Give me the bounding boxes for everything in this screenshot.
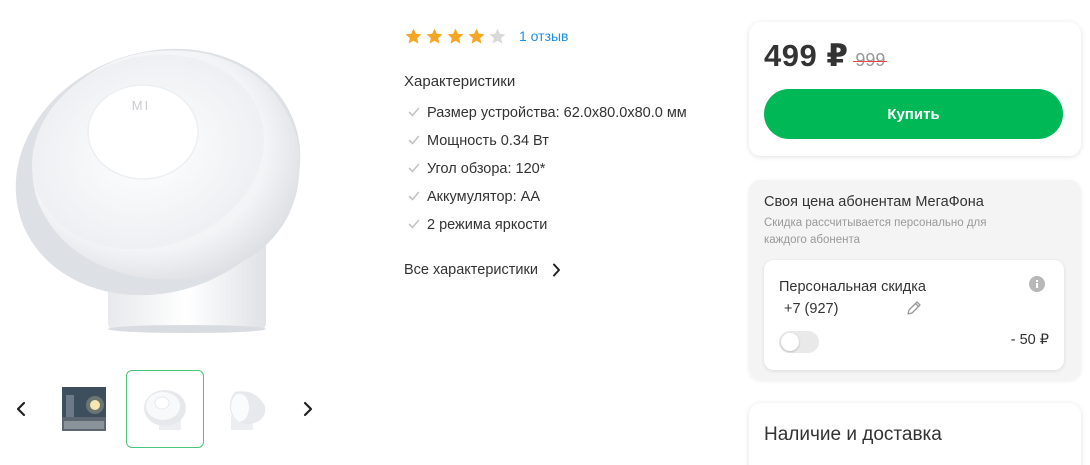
check-icon [408, 185, 422, 210]
characteristic-text: Мощность 0.34 Вт [427, 133, 549, 149]
prev-arrow-button[interactable] [10, 398, 32, 420]
info-icon[interactable] [1029, 276, 1045, 292]
room-photo-thumbnail [62, 387, 106, 431]
discount-amount: - 50 ₽ [1010, 332, 1049, 348]
check-icon [408, 101, 422, 126]
chevron-right-icon [552, 263, 560, 277]
megafon-price-card: Своя цена абонентам МегаФона Скидка расс… [749, 180, 1081, 380]
availability-card[interactable]: Наличие и доставка [749, 403, 1081, 465]
chevron-left-icon [16, 401, 26, 417]
phone-number: +7 (927) [784, 301, 839, 317]
personal-discount-title: Персональная скидка [779, 279, 926, 295]
characteristic-item: Размер устройства: 62.0x80.0x80.0 мм [408, 101, 708, 126]
product-rating: 1 отзыв [404, 25, 724, 47]
night-lamp-image: MI [15, 48, 301, 333]
star-filled-icon [468, 28, 485, 44]
characteristic-item: 2 режима яркости [408, 213, 708, 238]
lamp-front-thumbnail [144, 390, 186, 430]
characteristic-text: Размер устройства: 62.0x80.0x80.0 мм [427, 105, 687, 121]
main-product-image[interactable]: MI [8, 22, 338, 342]
price-card: 499 ₽ 999 Купить [749, 22, 1081, 156]
toggle-knob [781, 333, 799, 351]
megafon-subtitle: Скидка рассчитывается персонально для ка… [764, 217, 987, 246]
chevron-right-icon [303, 401, 313, 417]
all-characteristics-link[interactable]: Все характеристики [404, 262, 561, 278]
megafon-title: Своя цена абонентам МегаФона [764, 194, 984, 210]
characteristic-item: Аккумулятор: АА [408, 185, 708, 210]
old-price: 999 [853, 50, 888, 70]
thumbnail-strip [0, 370, 340, 450]
characteristics-list: Размер устройства: 62.0x80.0x80.0 мм Мощн… [408, 101, 708, 241]
thumbnail-room-photo[interactable] [45, 370, 123, 448]
characteristics-title: Характеристики [404, 73, 516, 90]
star-filled-icon [447, 28, 464, 44]
reviews-link[interactable]: 1 отзыв [519, 28, 569, 44]
buy-button[interactable]: Купить [764, 89, 1063, 139]
discount-toggle[interactable] [779, 331, 819, 353]
characteristic-text: Угол обзора: 120* [427, 161, 546, 177]
characteristic-item: Мощность 0.34 Вт [408, 129, 708, 154]
thumbnail-lamp-front[interactable] [126, 370, 204, 448]
edit-pencil-icon[interactable] [905, 299, 923, 317]
thumbnail-lamp-side[interactable] [208, 370, 286, 448]
characteristic-text: Аккумулятор: АА [427, 189, 540, 205]
characteristic-item: Угол обзора: 120* [408, 157, 708, 182]
mi-logo: MI [132, 98, 150, 113]
star-filled-icon [405, 28, 422, 44]
price-row: 499 ₽ 999 [764, 38, 888, 74]
star-filled-icon [426, 28, 443, 44]
check-icon [408, 129, 422, 154]
star-empty-icon [489, 28, 506, 44]
next-arrow-button[interactable] [297, 398, 319, 420]
rating-stars [404, 27, 507, 46]
current-price: 499 ₽ [764, 38, 849, 73]
all-characteristics-label: Все характеристики [404, 262, 538, 278]
lamp-side-thumbnail [229, 391, 266, 430]
check-icon [408, 213, 422, 238]
characteristic-text: 2 режима яркости [427, 217, 548, 233]
availability-title: Наличие и доставка [764, 424, 942, 445]
personal-discount-card: Персональная скидка +7 (927) - 50 ₽ [764, 260, 1064, 370]
check-icon [408, 157, 422, 182]
